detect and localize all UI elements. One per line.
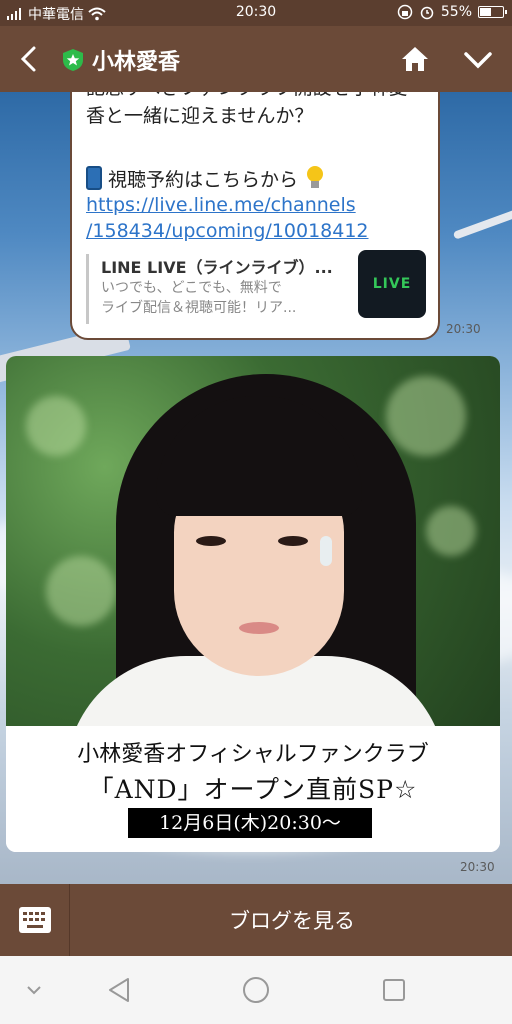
battery-icon xyxy=(478,6,507,18)
caption-line-2: 「AND」オープン直前SP☆ xyxy=(88,775,418,804)
system-nav-bar xyxy=(0,956,512,1024)
bottom-bar: ブログを見る xyxy=(0,884,512,956)
link-preview[interactable]: LINE LIVE（ラインライブ）... いつでも、どこでも、無料で ライブ配信… xyxy=(86,250,426,324)
view-blog-button[interactable]: ブログを見る xyxy=(72,884,512,956)
image-caption: 小林愛香オフィシャルファンクラブ 「AND」オープン直前SP☆ 12月6日(木)… xyxy=(6,726,500,852)
rotation-lock-icon xyxy=(397,4,413,20)
preview-title: LINE LIVE（ラインライブ）... xyxy=(101,258,333,277)
nav-collapse-icon[interactable] xyxy=(18,974,50,1006)
chevron-down-icon[interactable] xyxy=(460,42,496,76)
nav-back-icon[interactable] xyxy=(104,974,136,1006)
shield-star-icon xyxy=(63,49,83,71)
mobile-phone-icon xyxy=(86,166,102,190)
reserve-text: 視聴予約はこちらから xyxy=(108,168,299,191)
message-timestamp: 20:30 xyxy=(446,322,481,336)
link-line[interactable]: /158434/upcoming/10018412 xyxy=(86,218,369,244)
message-text: 記念すべきファンクラブ開設を小林愛 香と一緒に迎えませんか？ xyxy=(86,92,436,130)
message-text-line: 記念すべきファンクラブ開設を小林愛 xyxy=(86,92,436,102)
link-line[interactable]: https://live.line.me/channels xyxy=(86,192,369,218)
back-icon[interactable] xyxy=(12,40,48,78)
home-icon[interactable] xyxy=(398,42,432,76)
preview-description: いつでも、どこでも、無料で ライブ配信＆視聴可能！リア... xyxy=(101,278,341,318)
message-text-line: 香と一緒に迎えませんか？ xyxy=(86,105,314,127)
reserve-line: 視聴予約はこちらから xyxy=(86,164,326,192)
live-thumbnail[interactable]: LIVE xyxy=(358,250,426,318)
image-message[interactable]: 小林愛香オフィシャルファンクラブ 「AND」オープン直前SP☆ 12月6日(木)… xyxy=(6,356,500,852)
message-bubble[interactable]: 記念すべきファンクラブ開設を小林愛 香と一緒に迎えませんか？ 視聴予約はこちらか… xyxy=(70,92,440,340)
chat-title: 小林愛香 xyxy=(92,50,181,75)
earring xyxy=(320,536,332,566)
keyboard-button[interactable] xyxy=(0,884,70,956)
nav-home-icon[interactable] xyxy=(240,974,272,1006)
preview-desc-line: いつでも、どこでも、無料で xyxy=(101,280,282,296)
battery-percent: 55% xyxy=(440,4,472,20)
chat-header: 小林愛香 xyxy=(0,26,512,92)
caption-date: 12月6日(木)20:30〜 xyxy=(128,808,372,838)
reserve-link[interactable]: https://live.line.me/channels /158434/up… xyxy=(86,192,369,244)
light-bulb-icon xyxy=(307,166,324,188)
caption-line-1: 小林愛香オフィシャルファンクラブ xyxy=(77,742,429,767)
portrait-photo xyxy=(6,356,500,776)
status-right: 55% xyxy=(397,4,507,20)
preview-desc-line: ライブ配信＆視聴可能！リア... xyxy=(101,300,297,316)
chat-area[interactable]: 記念すべきファンクラブ開設を小林愛 香と一緒に迎えませんか？ 視聴予約はこちらか… xyxy=(0,92,512,884)
nav-recents-icon[interactable] xyxy=(378,974,410,1006)
status-bar: 中華電信 20:30 55% xyxy=(0,0,512,26)
battery-level xyxy=(480,8,491,16)
alarm-icon xyxy=(420,6,434,20)
message-timestamp: 20:30 xyxy=(460,860,495,874)
keyboard-icon xyxy=(18,907,51,933)
airplane-wing-tip xyxy=(452,208,512,240)
